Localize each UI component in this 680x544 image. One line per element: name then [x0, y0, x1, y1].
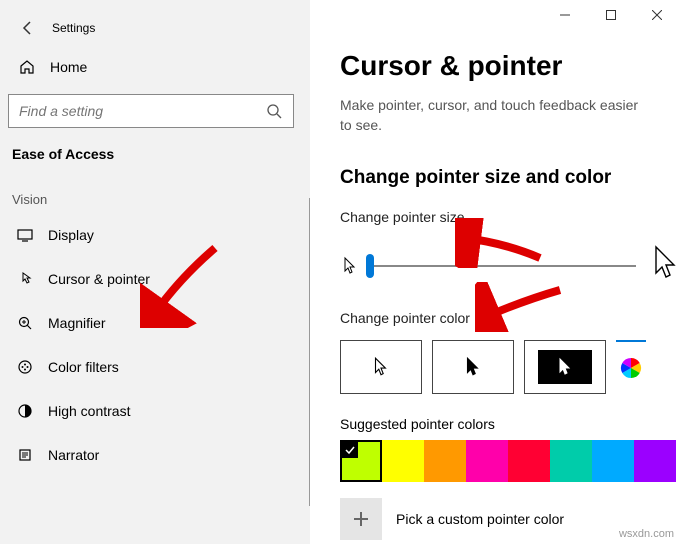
- sidebar-item-label: Narrator: [48, 447, 99, 463]
- sidebar-item-label: Color filters: [48, 359, 119, 375]
- page-subtitle: Make pointer, cursor, and touch feedback…: [340, 96, 640, 135]
- page-title: Cursor & pointer: [340, 50, 680, 82]
- color-swatch[interactable]: [634, 440, 676, 482]
- search-box[interactable]: [8, 94, 294, 128]
- category-header: Ease of Access: [0, 128, 310, 162]
- search-icon: [263, 100, 285, 122]
- sidebar-item-label: Magnifier: [48, 315, 106, 331]
- pointer-color-label: Change pointer color: [340, 310, 680, 326]
- pointer-size-label: Change pointer size: [340, 209, 680, 225]
- watermark: wsxdn.com: [619, 528, 674, 540]
- high-contrast-icon: [16, 402, 34, 420]
- color-swatch[interactable]: [466, 440, 508, 482]
- section-heading: Change pointer size and color: [340, 167, 680, 189]
- search-input[interactable]: [19, 103, 263, 119]
- cursor-pointer-icon: [16, 270, 34, 288]
- pointer-color-black[interactable]: [432, 340, 514, 394]
- magnifier-icon: [16, 314, 34, 332]
- sidebar-divider: [309, 198, 310, 506]
- minimize-button[interactable]: [542, 0, 588, 30]
- pointer-color-inverted[interactable]: [524, 340, 606, 394]
- slider-thumb[interactable]: [366, 254, 374, 278]
- back-button[interactable]: [18, 18, 38, 38]
- pointer-color-custom[interactable]: [616, 340, 646, 394]
- home-nav[interactable]: Home: [0, 44, 310, 90]
- sidebar-item-color-filters[interactable]: Color filters: [0, 345, 310, 389]
- group-header: Vision: [0, 162, 310, 207]
- pick-custom-color-button[interactable]: [340, 498, 382, 540]
- sidebar-item-label: Cursor & pointer: [48, 271, 150, 287]
- small-cursor-icon: [340, 254, 360, 278]
- sidebar-item-high-contrast[interactable]: High contrast: [0, 389, 310, 433]
- color-swatch[interactable]: [550, 440, 592, 482]
- maximize-button[interactable]: [588, 0, 634, 30]
- display-icon: [16, 226, 34, 244]
- color-swatch[interactable]: [424, 440, 466, 482]
- suggested-colors-label: Suggested pointer colors: [340, 416, 680, 432]
- close-button[interactable]: [634, 0, 680, 30]
- app-title: Settings: [52, 21, 95, 35]
- pointer-color-white[interactable]: [340, 340, 422, 394]
- suggested-swatches: [340, 440, 680, 482]
- large-cursor-icon: [652, 243, 680, 288]
- home-label: Home: [50, 59, 87, 75]
- sidebar-item-narrator[interactable]: Narrator: [0, 433, 310, 477]
- color-swatch[interactable]: [592, 440, 634, 482]
- narrator-icon: [16, 446, 34, 464]
- home-icon: [18, 58, 36, 76]
- pointer-size-slider[interactable]: [370, 265, 636, 267]
- color-swatch[interactable]: [340, 440, 382, 482]
- sidebar-item-cursor-pointer[interactable]: Cursor & pointer: [0, 257, 310, 301]
- sidebar-item-magnifier[interactable]: Magnifier: [0, 301, 310, 345]
- sidebar-item-display[interactable]: Display: [0, 213, 310, 257]
- checkmark-icon: [342, 442, 358, 458]
- sidebar-item-label: High contrast: [48, 403, 130, 419]
- color-swatch[interactable]: [382, 440, 424, 482]
- color-swatch[interactable]: [508, 440, 550, 482]
- color-filters-icon: [16, 358, 34, 376]
- sidebar-item-label: Display: [48, 227, 94, 243]
- pick-custom-color-label: Pick a custom pointer color: [396, 511, 564, 527]
